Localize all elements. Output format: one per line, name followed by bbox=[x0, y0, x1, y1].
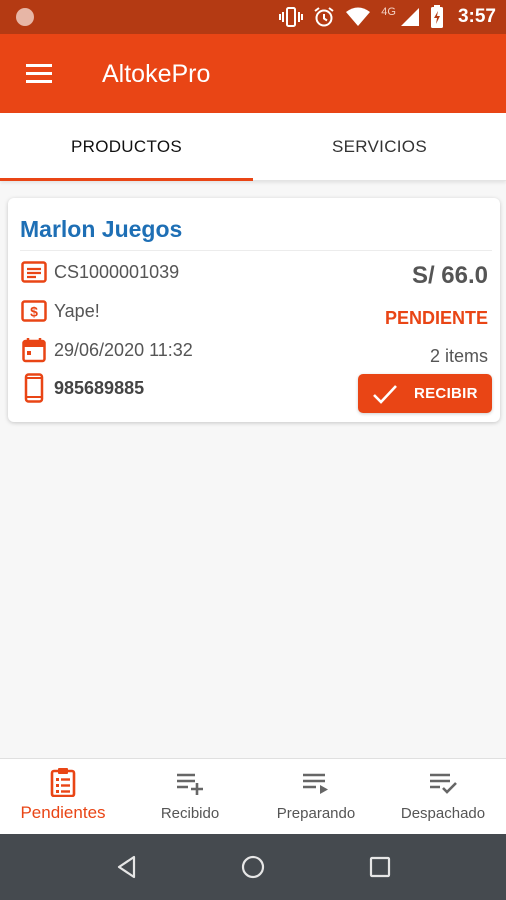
order-amount: S/ 66.0 bbox=[411, 262, 488, 289]
nav-label: Recibido bbox=[160, 805, 220, 822]
clipboard-list-icon bbox=[50, 768, 76, 797]
vibrate-icon bbox=[279, 7, 304, 27]
clock-time: 3:57 bbox=[457, 6, 496, 27]
playlist-check-icon bbox=[430, 773, 457, 794]
order-datetime: 29/06/2020 11:32 bbox=[54, 339, 193, 360]
hamburger-menu-icon[interactable] bbox=[22, 58, 56, 90]
order-code-row: CS1000001039 bbox=[20, 258, 179, 286]
order-status: PENDIENTE bbox=[384, 308, 488, 328]
svg-text:$: $ bbox=[30, 304, 38, 320]
card-divider bbox=[20, 250, 492, 251]
active-tab-indicator bbox=[0, 178, 253, 181]
item-count: 2 items bbox=[429, 346, 488, 366]
recibir-button[interactable]: RECIBIR bbox=[358, 374, 492, 413]
recent-apps-icon[interactable] bbox=[367, 854, 393, 880]
app-title: AltokePro bbox=[102, 60, 211, 88]
customer-name: Marlon Juegos bbox=[20, 216, 183, 242]
status-bar: 4G 3:57 bbox=[0, 0, 506, 34]
datetime-row: 29/06/2020 11:32 bbox=[20, 336, 193, 364]
nav-label: Preparando bbox=[276, 805, 356, 822]
payment-row: $ Yape! bbox=[20, 297, 100, 325]
wifi-icon bbox=[346, 7, 371, 26]
playlist-play-icon bbox=[303, 773, 328, 794]
phone-number: 985689885 bbox=[54, 377, 145, 398]
app-bar: AltokePro bbox=[0, 34, 506, 113]
home-icon[interactable] bbox=[240, 854, 266, 880]
payment-method: Yape! bbox=[54, 300, 100, 321]
tab-productos[interactable]: PRODUCTOS bbox=[0, 113, 253, 181]
bottom-navigation: Pendientes Recibido Preparando Despachad… bbox=[0, 758, 506, 834]
nav-recibido[interactable]: Recibido bbox=[127, 759, 253, 835]
nav-label: Despachado bbox=[400, 805, 486, 822]
recibir-button-label: RECIBIR bbox=[414, 385, 478, 402]
nav-pendientes[interactable]: Pendientes bbox=[0, 759, 126, 835]
nav-preparando[interactable]: Preparando bbox=[253, 759, 379, 835]
back-icon[interactable] bbox=[114, 854, 140, 880]
notification-dot-icon bbox=[16, 8, 34, 26]
order-card[interactable]: Marlon Juegos CS1000001039 $ Yape! 29/06… bbox=[8, 198, 500, 422]
phone-row: 985689885 bbox=[20, 373, 145, 403]
system-navigation-bar bbox=[0, 834, 506, 900]
battery-icon bbox=[430, 5, 443, 28]
nav-label: Pendientes bbox=[20, 803, 106, 822]
alarm-icon bbox=[314, 7, 334, 27]
tab-bar: PRODUCTOS SERVICIOS bbox=[0, 113, 506, 181]
order-code: CS1000001039 bbox=[54, 261, 180, 282]
check-icon bbox=[373, 384, 397, 404]
signal-icon bbox=[400, 8, 419, 26]
network-type-label: 4G bbox=[381, 6, 396, 18]
calendar-icon bbox=[20, 336, 48, 364]
nav-despachado[interactable]: Despachado bbox=[380, 759, 506, 835]
tab-servicios[interactable]: SERVICIOS bbox=[253, 113, 506, 181]
phone-icon bbox=[20, 373, 48, 403]
receipt-icon bbox=[20, 258, 48, 286]
money-icon: $ bbox=[20, 297, 48, 325]
playlist-add-icon bbox=[177, 773, 203, 795]
